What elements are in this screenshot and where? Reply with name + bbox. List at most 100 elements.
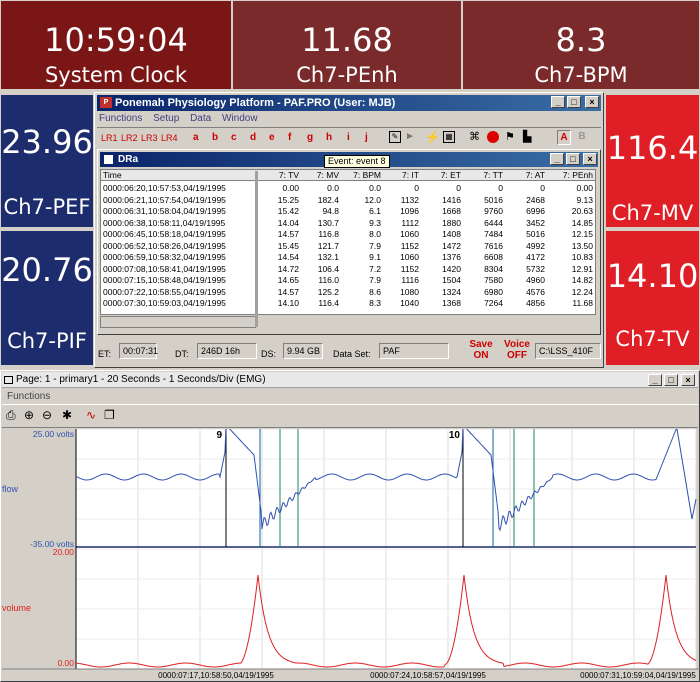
table-row[interactable]: 0000:06:45,10:58:18,04/19/1995 14.57 116.8… [101, 229, 595, 240]
table-cell: 1116 [401, 275, 419, 285]
tile-value: 11.68 [301, 21, 393, 59]
column-header[interactable]: 7: IT [383, 170, 421, 181]
maximize-button[interactable]: □ [567, 96, 581, 108]
window-title-bar[interactable]: P Ponemah Physiology Platform - PAF.PRO … [97, 95, 601, 111]
column-header[interactable]: 7: BPM [341, 170, 383, 181]
lr2-button[interactable]: LR2 [121, 133, 138, 143]
lr1-button[interactable]: LR1 [101, 133, 118, 143]
column-header[interactable]: 7: MV [301, 170, 341, 181]
letter-j-button[interactable]: j [365, 132, 368, 143]
table-cell: 7616 [484, 240, 503, 251]
table-row[interactable]: 0000:06:52,10:58:26,04/19/1995 15.45 121.7… [101, 241, 595, 252]
asterisk-icon[interactable]: ✱ [62, 408, 72, 422]
dra-close-button[interactable]: × [583, 153, 597, 165]
column-header[interactable]: Time [103, 170, 122, 181]
waveform-icon[interactable]: ∿ [86, 408, 96, 422]
volume-min-label: 0.00 [57, 658, 74, 668]
table-row[interactable]: 0000:06:59,10:58:32,04/19/1995 14.54 132.1… [101, 252, 595, 263]
chart-icon[interactable]: ▙ [523, 130, 531, 143]
table-cell: 0.0 [369, 183, 381, 193]
zoom-in-icon[interactable]: ⊕ [24, 408, 34, 422]
table-row[interactable]: 0000:06:38,10:58:11,04/19/1995 14.04 130.7… [101, 218, 595, 229]
table-cell: 1420 [442, 263, 461, 274]
menu-setup[interactable]: Setup [153, 113, 179, 124]
print-icon[interactable]: ⎙ [6, 408, 16, 423]
dra-maximize-button[interactable]: □ [566, 153, 580, 165]
edit-icon[interactable]: ✎ [389, 131, 401, 143]
lr3-button[interactable]: LR3 [141, 133, 158, 143]
table-cell: 1472 [442, 240, 461, 251]
et-value: 00:07:31 [119, 343, 158, 359]
table-cell: 0000:06:59,10:58:32,04/19/1995 [103, 252, 226, 262]
letter-c-button[interactable]: c [231, 132, 237, 143]
a-toggle-button[interactable]: A [557, 130, 571, 145]
table-cell: 9.13 [576, 194, 593, 205]
graph-minimize-button[interactable]: _ [648, 374, 662, 386]
binoculars-icon[interactable]: ⌘ [469, 130, 480, 143]
voice-toggle-button[interactable]: Voice OFF [499, 339, 535, 361]
table-row[interactable]: 0000:07:30,10:59:03,04/19/1995 14.10 116.4… [101, 298, 595, 309]
graph-title-bar[interactable]: Page: 1 - primary1 - 20 Seconds - 1 Seco… [2, 372, 698, 388]
table-cell: 0000:06:52,10:58:26,04/19/1995 [103, 240, 226, 251]
save-toggle-button[interactable]: Save ON [463, 339, 499, 361]
table-row[interactable]: 0000:06:20,10:57:53,04/19/1995 0.00 0.0 0.0… [101, 183, 595, 194]
grid-icon[interactable]: ▦ [443, 131, 455, 143]
runner-icon[interactable]: ⚑ [505, 130, 515, 143]
letter-b-button[interactable]: b [212, 132, 218, 143]
letter-f-button[interactable]: f [288, 132, 291, 143]
lightning-icon[interactable]: ⚡ [425, 130, 440, 144]
menu-data[interactable]: Data [190, 113, 211, 124]
dra-minimize-button[interactable]: _ [550, 153, 564, 165]
table-cell: 8.0 [369, 229, 381, 239]
penh-tile: 11.68 Ch7-PEnh [232, 0, 462, 90]
tile-value: 8.3 [555, 21, 607, 59]
grid-splitter[interactable] [255, 171, 258, 327]
time-label: 0000:07:17,10:58:50,04/19/1995 [158, 671, 274, 680]
menu-functions[interactable]: Functions [99, 113, 142, 124]
close-button[interactable]: × [585, 96, 599, 108]
letter-e-button[interactable]: e [269, 132, 275, 143]
table-cell: 11.68 [572, 298, 593, 308]
table-cell: 1060 [400, 252, 419, 262]
table-cell: 5732 [526, 263, 545, 274]
data-grid: Time 7: TV 7: MV 7: BPM 7: IT 7: ET 7: TT 7: AT… [100, 169, 596, 315]
table-cell: 1040 [400, 298, 419, 308]
b-toggle-button[interactable]: B [575, 130, 589, 145]
menu-window[interactable]: Window [222, 113, 258, 124]
record-arrow-icon[interactable]: ► [405, 131, 415, 142]
table-row[interactable]: 0000:07:08,10:58:41,04/19/1995 14.72 106.4… [101, 264, 595, 275]
time-label: 0000:07:31,10:59:04,04/19/1995 [580, 671, 696, 680]
lr4-button[interactable]: LR4 [161, 133, 178, 143]
letter-a-button[interactable]: a [193, 132, 199, 143]
record-icon[interactable] [487, 131, 499, 143]
column-header[interactable]: 7: ET [421, 170, 463, 181]
table-row[interactable]: 0000:06:31,10:58:04,04/19/1995 15.42 94.8 6… [101, 206, 595, 217]
table-row[interactable]: 0000:07:22,10:58:55,04/19/1995 14.57 125.2… [101, 287, 595, 298]
column-header[interactable]: 7: AT [505, 170, 547, 181]
table-row[interactable]: 0000:06:21,10:57:54,04/19/1995 15.25 182.4… [101, 195, 595, 206]
signal-plot[interactable]: 25.00 volts-35.00 voltsflow20.000.00volu… [2, 429, 700, 681]
letter-g-button[interactable]: g [307, 132, 313, 143]
column-header[interactable]: 7: TV [261, 170, 301, 181]
table-cell: 125.2 [317, 286, 339, 297]
tile-label: Ch7-BPM [534, 63, 628, 87]
column-header[interactable]: 7: PEnh [547, 170, 595, 181]
copy-icon[interactable]: ❐ [104, 408, 115, 422]
minimize-button[interactable]: _ [551, 96, 565, 108]
bpm-tile: 8.3 Ch7-BPM [462, 0, 700, 90]
table-cell: 12.91 [571, 263, 593, 274]
table-cell: 0000:07:08,10:58:41,04/19/1995 [103, 263, 226, 274]
ds-value: 9.94 GB [283, 343, 323, 359]
letter-i-button[interactable]: i [347, 132, 350, 143]
letter-h-button[interactable]: h [326, 132, 332, 143]
letter-d-button[interactable]: d [250, 132, 256, 143]
zoom-out-icon[interactable]: ⊖ [42, 408, 52, 422]
table-row[interactable]: 0000:07:15,10:58:48,04/19/1995 14.65 116.0… [101, 275, 595, 286]
graph-menu-functions[interactable]: Functions [7, 391, 50, 402]
graph-close-button[interactable]: × [681, 374, 695, 386]
graph-maximize-button[interactable]: □ [664, 374, 678, 386]
horizontal-scrollbar[interactable] [100, 316, 256, 328]
tile-value: 20.76 [1, 251, 93, 289]
column-header[interactable]: 7: TT [463, 170, 505, 181]
table-cell: 1376 [442, 252, 461, 262]
